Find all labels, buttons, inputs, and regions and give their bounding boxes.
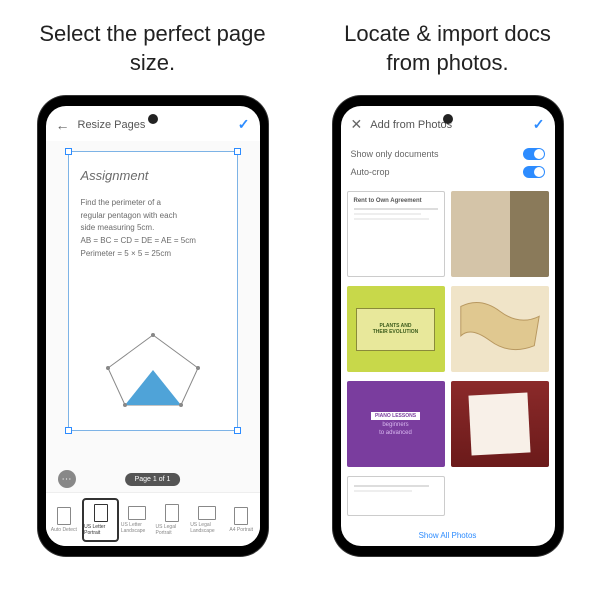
crop-handle-bl[interactable] (65, 427, 72, 434)
doc-line: AB = BC = CD = DE = AE = 5cm (81, 235, 225, 248)
size-us-legal-portrait[interactable]: US Legal Portrait (156, 500, 189, 540)
crop-handle-tr[interactable] (234, 148, 241, 155)
thumb-subtext: beginners (382, 422, 408, 428)
toggle-auto-crop: Auto-crop (351, 163, 545, 181)
toggle-show-only-docs: Show only documents (351, 145, 545, 163)
pentagon-diagram (103, 330, 203, 410)
size-auto-detect[interactable]: Auto Detect (48, 503, 81, 537)
thumb-text: Rent to Own Agreement (354, 198, 422, 204)
photo-thumb-piano[interactable]: PIANO LESSONS beginners to advanced (347, 381, 445, 467)
thumb-text: THEIR EVOLUTION (373, 329, 419, 335)
show-all-photos-link[interactable]: Show All Photos (341, 525, 555, 546)
photo-thumb-red-paper[interactable] (451, 381, 549, 467)
caption-left: Select the perfect page size. (30, 20, 275, 78)
confirm-check-icon[interactable]: ✓ (533, 116, 545, 133)
size-us-legal-landscape[interactable]: US Legal Landscape (190, 502, 223, 538)
size-label: US Letter Portrait (84, 524, 117, 536)
doc-title: Assignment (81, 166, 225, 187)
photo-grid: Rent to Own Agreement PLANTS AND THEIR E… (341, 185, 555, 525)
photo-thumb-interior[interactable] (451, 191, 549, 277)
size-label: US Letter Landscape (121, 522, 154, 534)
thumb-subtext: to advanced (379, 430, 412, 436)
photo-thumb-map[interactable] (451, 286, 549, 372)
screen-left: ← Resize Pages ✓ Assignment Find the per… (46, 106, 260, 546)
feature-right: Locate & import docs from photos. ✕ Add … (325, 20, 570, 556)
topbar-left: ← Resize Pages ✓ (46, 106, 260, 141)
thumb-text: PIANO LESSONS (371, 412, 420, 420)
toggle-group: Show only documents Auto-crop (341, 141, 555, 185)
caption-right: Locate & import docs from photos. (325, 20, 570, 78)
back-icon[interactable]: ← (56, 117, 70, 133)
size-label: US Legal Landscape (190, 522, 223, 534)
size-us-letter-portrait[interactable]: US Letter Portrait (82, 498, 119, 542)
switch-auto-crop[interactable] (523, 166, 545, 178)
size-label: US Legal Portrait (156, 524, 189, 536)
confirm-check-icon[interactable]: ✓ (238, 116, 250, 133)
phone-frame-right: ✕ Add from Photos ✓ Show only documents … (333, 96, 563, 556)
document-page[interactable]: Assignment Find the perimeter of a regul… (68, 151, 238, 431)
switch-show-only-docs[interactable] (523, 148, 545, 160)
crop-handle-tl[interactable] (65, 148, 72, 155)
photo-thumb-document[interactable]: Rent to Own Agreement (347, 191, 445, 277)
page-indicator: Page 1 of 1 (125, 473, 181, 486)
doc-line: Perimeter = 5 × 5 = 25cm (81, 248, 225, 261)
photo-thumb-plants[interactable]: PLANTS AND THEIR EVOLUTION (347, 286, 445, 372)
photo-thumb-document-2[interactable] (347, 476, 445, 516)
toggle-label: Auto-crop (351, 167, 390, 177)
size-label: Auto Detect (51, 527, 77, 533)
screen-title: Resize Pages (78, 119, 230, 131)
feature-left: Select the perfect page size. ← Resize P… (30, 20, 275, 556)
doc-line: Find the perimeter of a (81, 197, 225, 210)
phone-frame-left: ← Resize Pages ✓ Assignment Find the per… (38, 96, 268, 556)
close-icon[interactable]: ✕ (351, 116, 363, 133)
size-options-row: Auto Detect US Letter Portrait US Letter… (46, 492, 260, 546)
size-label: A4 Portrait (229, 527, 253, 533)
page-options-button[interactable]: ⋯ (58, 470, 76, 488)
size-a4-portrait[interactable]: A4 Portrait (225, 503, 258, 537)
doc-line: side measuring 5cm. (81, 222, 225, 235)
size-us-letter-landscape[interactable]: US Letter Landscape (121, 502, 154, 538)
crop-handle-br[interactable] (234, 427, 241, 434)
doc-line: regular pentagon with each (81, 210, 225, 223)
topbar-right: ✕ Add from Photos ✓ (341, 106, 555, 141)
screen-right: ✕ Add from Photos ✓ Show only documents … (341, 106, 555, 546)
toggle-label: Show only documents (351, 149, 439, 159)
screen-title: Add from Photos (370, 119, 525, 131)
